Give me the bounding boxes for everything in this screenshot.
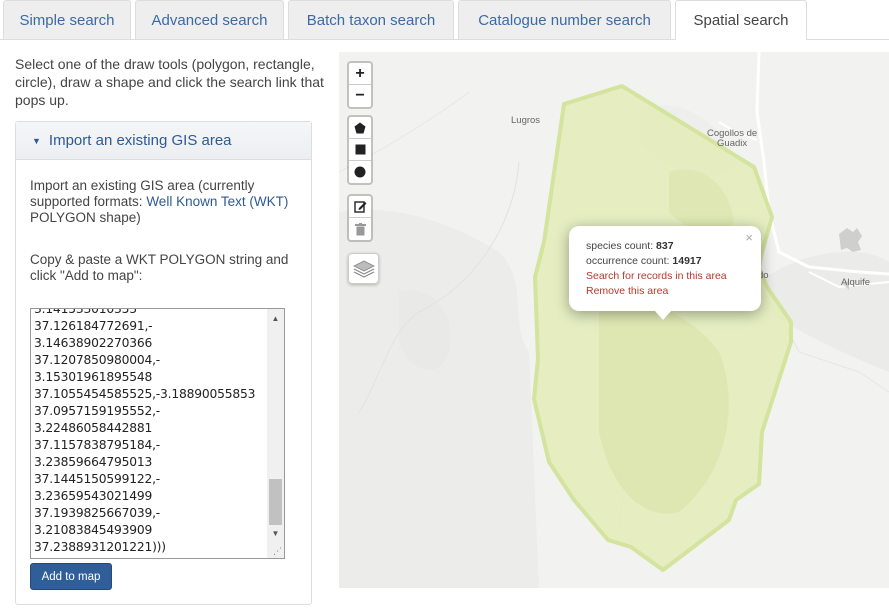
close-icon[interactable]: × — [745, 230, 753, 245]
draw-circle-icon[interactable] — [349, 161, 371, 183]
draw-rectangle-icon[interactable] — [349, 139, 371, 161]
area-info-popup: × species count: 837 occurrence count: 1… — [569, 226, 761, 320]
place-label-cogollos: Cogollos de Guadix — [707, 128, 758, 149]
import-gis-panel: ▼ Import an existing GIS area Import an … — [15, 121, 312, 605]
map-base-layer — [339, 52, 889, 588]
scroll-up-arrow-icon[interactable]: ▲ — [267, 311, 284, 327]
import-gis-panel-header[interactable]: ▼ Import an existing GIS area — [16, 122, 311, 160]
popup-tip — [654, 310, 672, 320]
tab-catalogue-number-search[interactable]: Catalogue number search — [458, 0, 671, 39]
species-count-label: species count: — [586, 240, 654, 252]
paste-instruction: Copy & paste a WKT POLYGON string and cl… — [30, 252, 289, 283]
draw-polygon-icon[interactable] — [349, 117, 371, 139]
import-gis-panel-title: Import an existing GIS area — [48, 132, 232, 149]
wkt-textarea[interactable]: 3.141533010353 37.126184772691,- 3.14638… — [30, 308, 285, 559]
scroll-down-arrow-icon[interactable]: ▼ — [267, 526, 284, 542]
occurrence-count-label: occurrence count: — [586, 255, 670, 267]
scroll-thumb[interactable] — [269, 479, 282, 525]
species-count-row: species count: 837 — [586, 239, 744, 254]
wkt-link[interactable]: Well Known Text (WKT) — [146, 194, 288, 209]
tab-advanced-search[interactable]: Advanced search — [135, 0, 284, 39]
delete-layers-icon[interactable] — [349, 218, 371, 240]
tab-batch-taxon-search[interactable]: Batch taxon search — [288, 0, 454, 39]
search-records-link[interactable]: Search for records in this area — [586, 269, 744, 284]
remove-area-link[interactable]: Remove this area — [586, 284, 744, 299]
occurrence-count-value: 14917 — [672, 255, 702, 267]
resize-handle-icon[interactable]: ⋰ — [273, 547, 282, 556]
caret-down-icon: ▼ — [32, 135, 41, 146]
spatial-search-instructions: Select one of the draw tools (polygon, r… — [15, 56, 324, 108]
species-count-value: 837 — [656, 240, 674, 252]
zoom-control: + − — [347, 61, 373, 109]
search-tabs: Simple search Advanced search Batch taxo… — [0, 0, 889, 40]
edit-toolbar — [347, 194, 373, 242]
wkt-textarea-value[interactable]: 3.141533010353 37.126184772691,- 3.14638… — [34, 309, 266, 556]
occurrence-count-row: occurrence count: 14917 — [586, 254, 744, 269]
tab-spatial-search[interactable]: Spatial search — [675, 0, 807, 40]
draw-toolbar — [347, 115, 373, 185]
edit-layers-icon[interactable] — [349, 196, 371, 218]
place-label-alquife: Alquife — [841, 277, 871, 288]
wkt-scrollbar[interactable]: ▲ ▼ — [267, 309, 284, 558]
import-gis-description: Import an existing GIS area (currently s… — [30, 178, 300, 226]
add-to-map-button[interactable]: Add to map — [30, 563, 112, 590]
place-label-lugros: Lugros — [511, 115, 541, 126]
tab-simple-search[interactable]: Simple search — [3, 0, 131, 39]
layers-icon[interactable] — [348, 253, 379, 284]
description-suffix: POLYGON shape) — [30, 210, 141, 225]
map-view[interactable]: + − Lugros Cogollos de Guadix Alquife do… — [339, 52, 889, 588]
zoom-in-button[interactable]: + — [349, 63, 371, 85]
zoom-out-button[interactable]: − — [349, 85, 371, 107]
